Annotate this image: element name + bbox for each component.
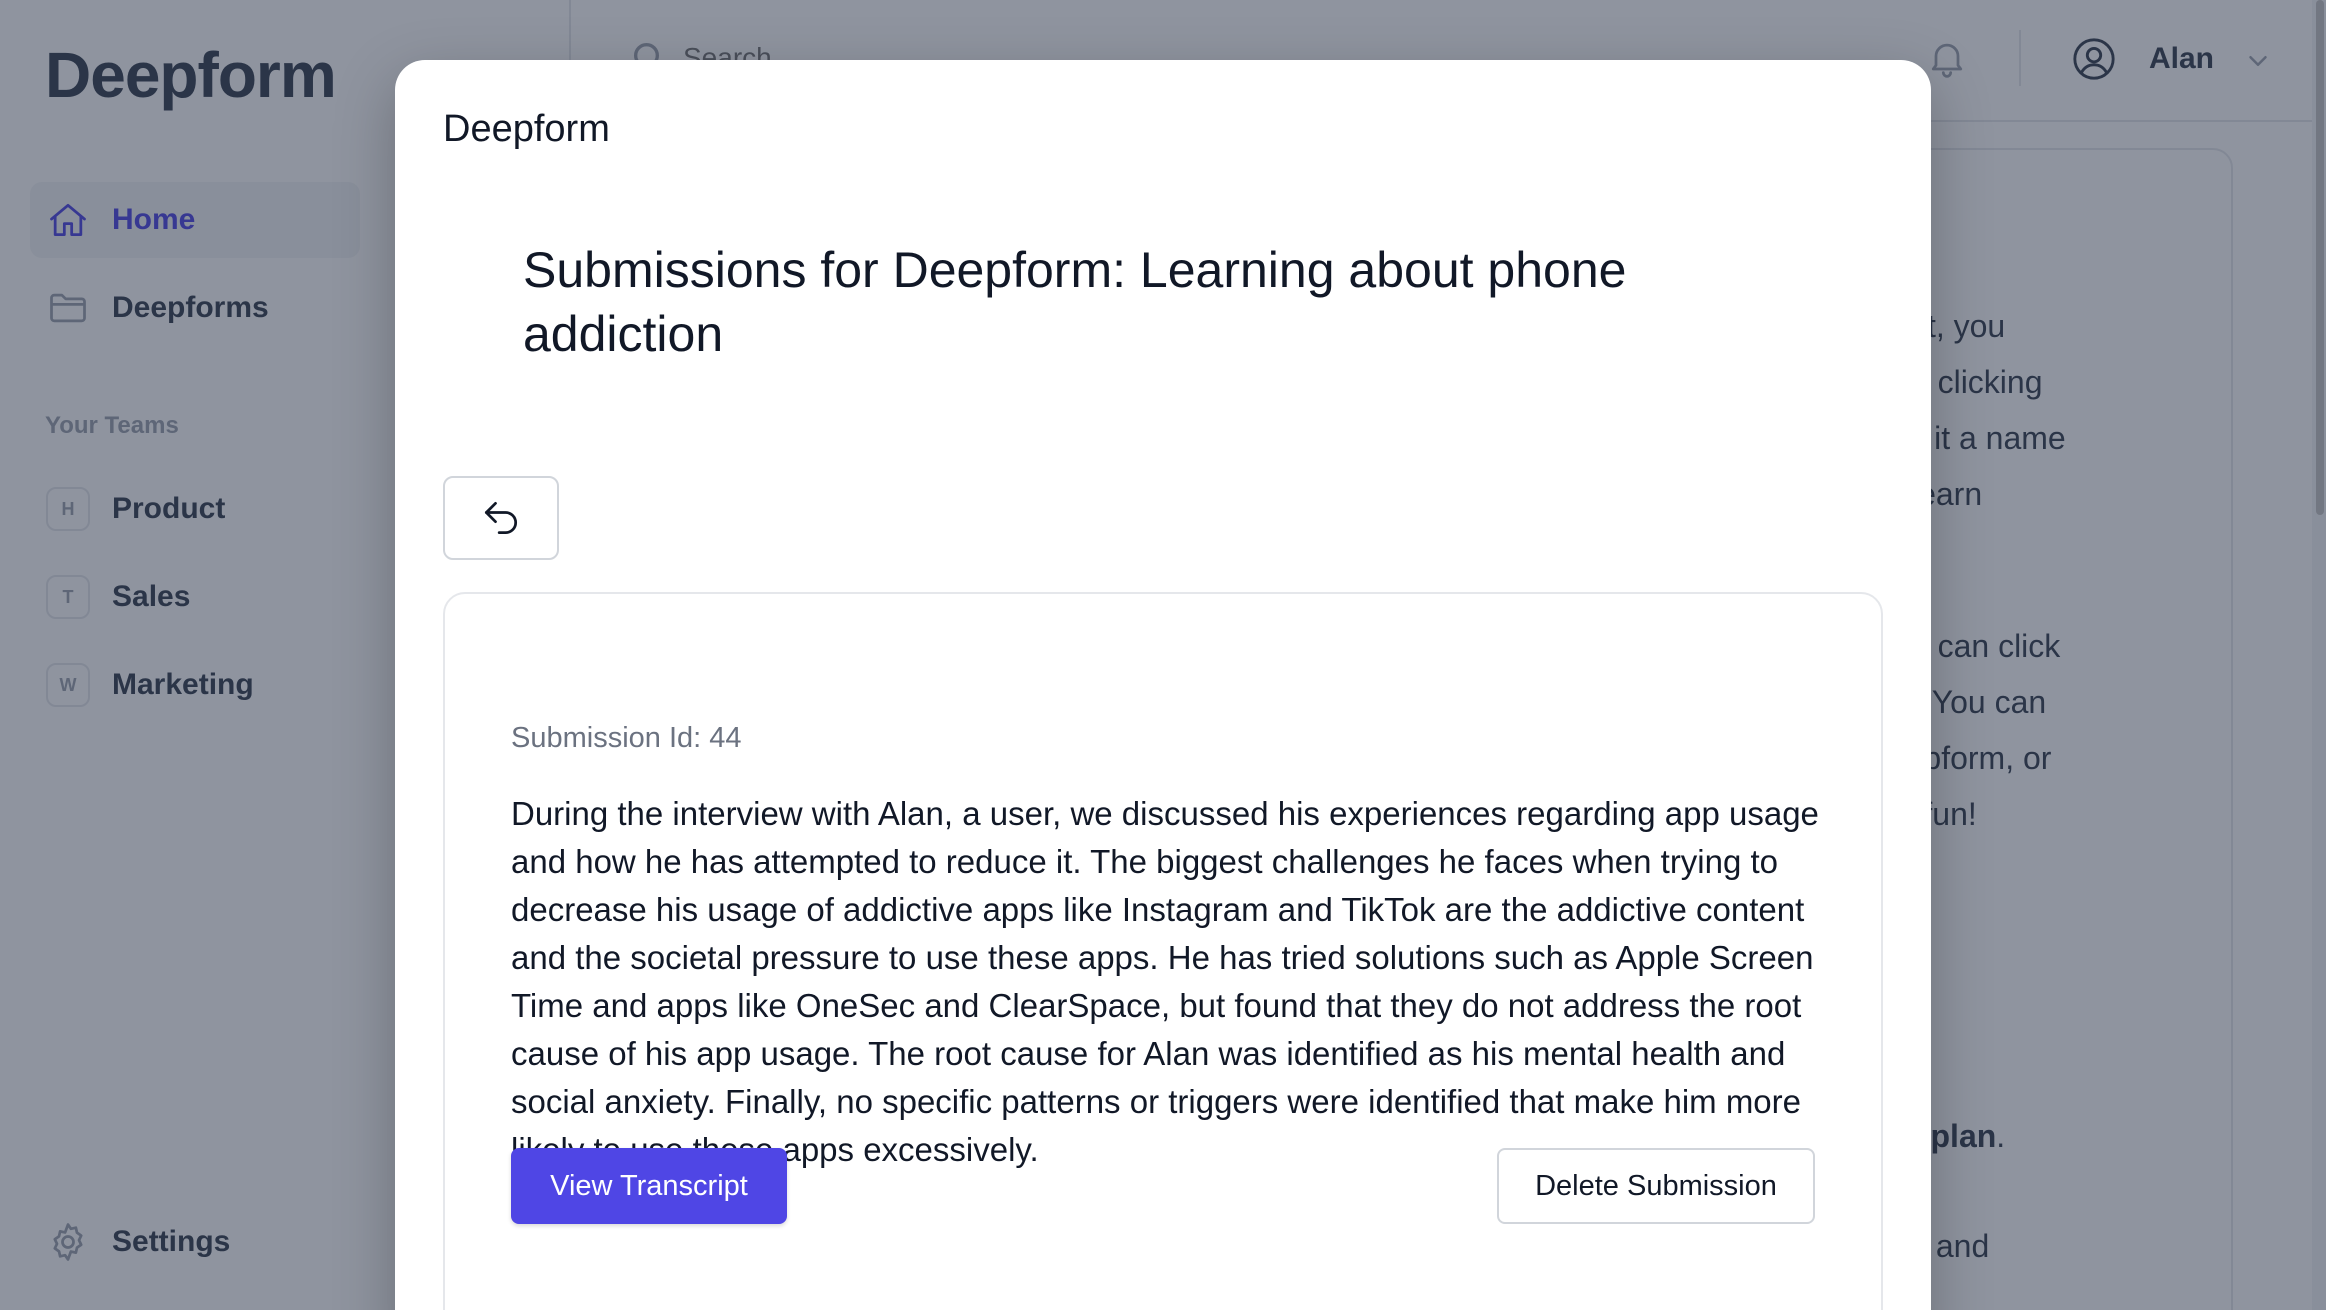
submission-summary: During the interview with Alan, a user, … xyxy=(511,795,1819,1168)
back-button[interactable] xyxy=(443,476,559,560)
delete-submission-button[interactable]: Delete Submission xyxy=(1497,1148,1815,1224)
submission-card: Submission Id: 44 During the interview w… xyxy=(443,592,1883,1310)
submission-id: Submission Id: 44 xyxy=(511,722,742,754)
view-transcript-button[interactable]: View Transcript xyxy=(511,1148,787,1224)
page-title: Submissions for Deepform: Learning about… xyxy=(523,242,1627,362)
modal-brand: Deepform xyxy=(443,108,610,150)
submissions-modal: Deepform Submissions for Deepform: Learn… xyxy=(395,60,1931,1310)
undo-arrow-icon xyxy=(484,501,518,535)
